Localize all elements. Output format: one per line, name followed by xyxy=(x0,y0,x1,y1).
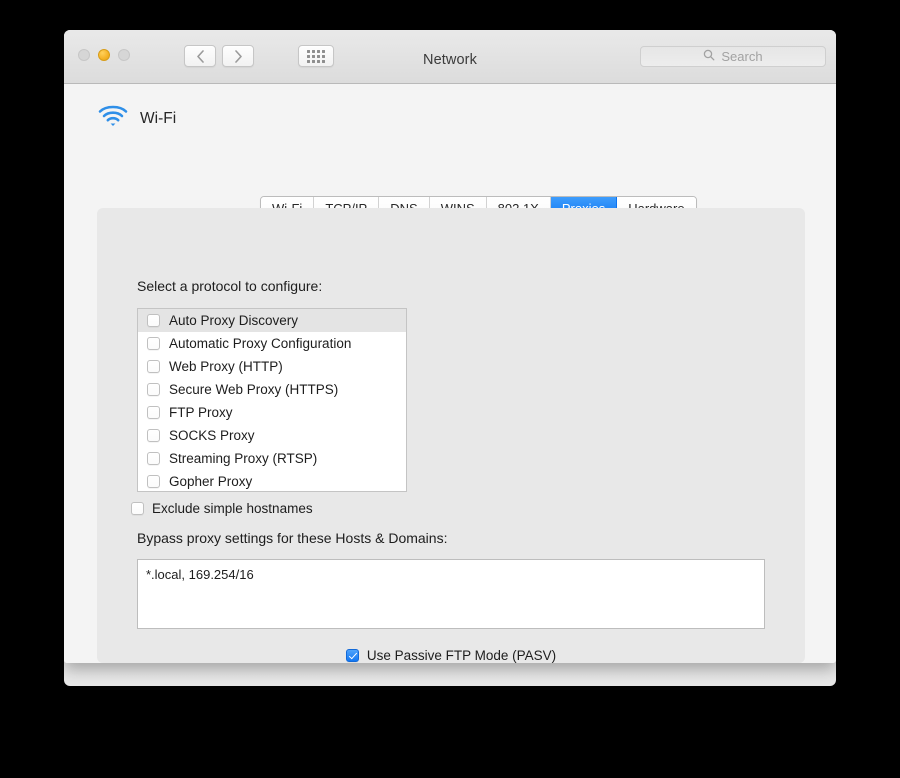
checkbox-auto-proxy-discovery[interactable] xyxy=(147,314,160,327)
list-item[interactable]: Streaming Proxy (RTSP) xyxy=(138,447,406,470)
network-preferences-sheet: Network Search Wi-Fi Select a protocol t… xyxy=(64,30,836,663)
list-item-label: Web Proxy (HTTP) xyxy=(169,359,283,374)
sheet-body: Wi-Fi Wi-Fi TCP/IP DNS WINS 802.1X Proxi… xyxy=(64,84,836,663)
list-item[interactable]: Secure Web Proxy (HTTPS) xyxy=(138,378,406,401)
passive-ftp-label: Use Passive FTP Mode (PASV) xyxy=(366,648,557,663)
list-item[interactable]: Automatic Proxy Configuration xyxy=(138,332,406,355)
passive-ftp-row[interactable]: Use Passive FTP Mode (PASV) xyxy=(97,648,805,663)
list-item-label: Streaming Proxy (RTSP) xyxy=(169,451,318,466)
checkbox-ftp-proxy[interactable] xyxy=(147,406,160,419)
checkbox-exclude-simple-hostnames[interactable] xyxy=(131,502,144,515)
list-item[interactable]: Web Proxy (HTTP) xyxy=(138,355,406,378)
list-item-label: FTP Proxy xyxy=(169,405,233,420)
list-item-label: Secure Web Proxy (HTTPS) xyxy=(169,382,339,397)
list-item-label: Automatic Proxy Configuration xyxy=(169,336,352,351)
checkbox-streaming-proxy-rtsp[interactable] xyxy=(147,452,160,465)
checkbox-gopher-proxy[interactable] xyxy=(147,475,160,488)
window-titlebar: Network Search xyxy=(64,30,836,84)
list-item[interactable]: Auto Proxy Discovery xyxy=(138,309,406,332)
checkbox-passive-ftp-mode[interactable] xyxy=(345,649,359,662)
service-header: Wi-Fi xyxy=(98,104,176,133)
list-item[interactable]: FTP Proxy xyxy=(138,401,406,424)
list-item[interactable]: SOCKS Proxy xyxy=(138,424,406,447)
exclude-simple-hostnames-label: Exclude simple hostnames xyxy=(152,501,313,516)
list-item-label: Auto Proxy Discovery xyxy=(169,313,299,328)
wifi-icon xyxy=(98,104,128,133)
service-name: Wi-Fi xyxy=(140,109,177,127)
protocol-section-label: Select a protocol to configure: xyxy=(137,278,323,294)
exclude-simple-hostnames-row[interactable]: Exclude simple hostnames xyxy=(131,501,313,516)
checkbox-web-proxy-http[interactable] xyxy=(147,360,160,373)
list-item-label: Gopher Proxy xyxy=(169,474,253,489)
search-placeholder: Search xyxy=(721,49,763,64)
list-item[interactable]: Gopher Proxy xyxy=(138,470,406,491)
proxies-panel: Select a protocol to configure: Auto Pro… xyxy=(97,208,805,663)
protocol-list[interactable]: Auto Proxy Discovery Automatic Proxy Con… xyxy=(137,308,407,492)
list-item-label: SOCKS Proxy xyxy=(169,428,255,443)
bypass-hosts-textarea[interactable]: *.local, 169.254/16 xyxy=(137,559,765,629)
bypass-section-label: Bypass proxy settings for these Hosts & … xyxy=(137,530,448,546)
checkbox-automatic-proxy-configuration[interactable] xyxy=(147,337,160,350)
search-input[interactable]: Search xyxy=(640,46,826,67)
search-icon xyxy=(703,48,715,66)
checkbox-secure-web-proxy-https[interactable] xyxy=(147,383,160,396)
checkbox-socks-proxy[interactable] xyxy=(147,429,160,442)
